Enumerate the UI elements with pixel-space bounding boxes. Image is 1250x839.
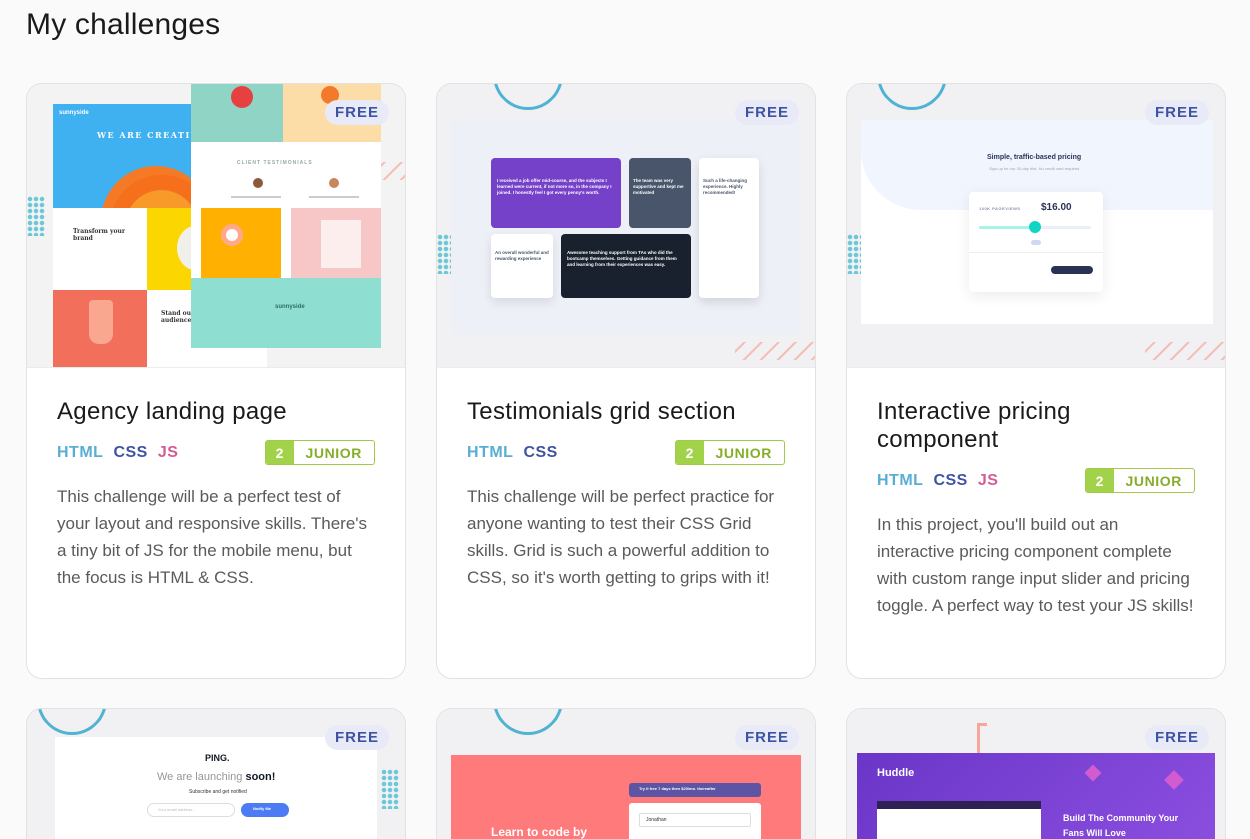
free-badge: FREE bbox=[1144, 100, 1209, 125]
preview-pricing: Simple, traffic-based pricing Sign-up fo… bbox=[861, 120, 1213, 324]
card-title[interactable]: Interactive pricing component bbox=[877, 398, 1137, 454]
card-description: In this project, you'll build out an int… bbox=[877, 515, 1194, 615]
difficulty-number: 2 bbox=[265, 441, 294, 464]
challenge-card-testimonials[interactable]: FREE I received a job offer mid-course, … bbox=[436, 83, 816, 679]
challenge-card-agency[interactable]: FREE sunnyside WE ARE CREATIVES Transfor… bbox=[26, 83, 406, 679]
free-badge: FREE bbox=[324, 725, 389, 750]
language-tags: HTML CSS JS bbox=[877, 472, 998, 490]
card-preview-image[interactable]: FREE Try it free 7 days then $20/mo. the… bbox=[437, 709, 815, 839]
card-title[interactable]: Testimonials grid section bbox=[467, 398, 785, 426]
challenge-card-pricing[interactable]: FREE Simple, traffic-based pricing Sign-… bbox=[846, 83, 1226, 679]
free-badge: FREE bbox=[324, 100, 389, 125]
difficulty-number: 2 bbox=[1085, 469, 1114, 492]
language-tags: HTML CSS bbox=[467, 444, 558, 462]
tag-html: HTML bbox=[877, 471, 924, 489]
card-title[interactable]: Agency landing page bbox=[57, 398, 375, 426]
free-badge: FREE bbox=[1144, 725, 1209, 750]
difficulty-label: JUNIOR bbox=[1125, 472, 1182, 489]
card-preview-image[interactable]: FREE sunnyside WE ARE CREATIVES Transfor… bbox=[27, 84, 405, 368]
language-tags: HTML CSS JS bbox=[57, 444, 178, 462]
card-preview-image[interactable]: FREE Simple, traffic-based pricing Sign-… bbox=[847, 84, 1225, 368]
tag-js: JS bbox=[157, 443, 179, 461]
tag-html: HTML bbox=[467, 443, 514, 461]
tag-css: CSS bbox=[933, 471, 968, 489]
card-description: This challenge will be perfect practice … bbox=[467, 487, 775, 587]
preview-intro: Try it free 7 days then $20/mo. thereaft… bbox=[451, 755, 801, 839]
tag-css: CSS bbox=[523, 443, 558, 461]
tag-js: JS bbox=[977, 471, 999, 489]
page-title: My challenges bbox=[26, 8, 221, 41]
difficulty-label: JUNIOR bbox=[305, 444, 362, 461]
preview-testimonials: I received a job offer mid-course, and t… bbox=[451, 120, 801, 334]
difficulty-badge: 2 JUNIOR bbox=[674, 440, 785, 465]
card-description: This challenge will be a perfect test of… bbox=[57, 487, 368, 587]
preview-ping: PING. We are launching soon! Subscribe a… bbox=[55, 737, 377, 839]
card-preview-image[interactable]: FREE PING. We are launching soon! Subscr… bbox=[27, 709, 405, 839]
difficulty-badge: 2 JUNIOR bbox=[264, 440, 375, 465]
difficulty-label: JUNIOR bbox=[715, 444, 772, 461]
preview-huddle: Huddle Build The Community Your Fans Wil… bbox=[857, 753, 1215, 839]
challenge-card-ping[interactable]: FREE PING. We are launching soon! Subscr… bbox=[26, 708, 406, 839]
free-badge: FREE bbox=[734, 725, 799, 750]
difficulty-number: 2 bbox=[675, 441, 704, 464]
challenge-card-intro[interactable]: FREE Try it free 7 days then $20/mo. the… bbox=[436, 708, 816, 839]
challenge-card-huddle[interactable]: FREE Huddle Build The Community Your Fan… bbox=[846, 708, 1226, 839]
tag-html: HTML bbox=[57, 443, 104, 461]
card-preview-image[interactable]: FREE Huddle Build The Community Your Fan… bbox=[847, 709, 1225, 839]
difficulty-badge: 2 JUNIOR bbox=[1084, 468, 1195, 493]
card-preview-image[interactable]: FREE I received a job offer mid-course, … bbox=[437, 84, 815, 368]
tag-css: CSS bbox=[113, 443, 148, 461]
free-badge: FREE bbox=[734, 100, 799, 125]
